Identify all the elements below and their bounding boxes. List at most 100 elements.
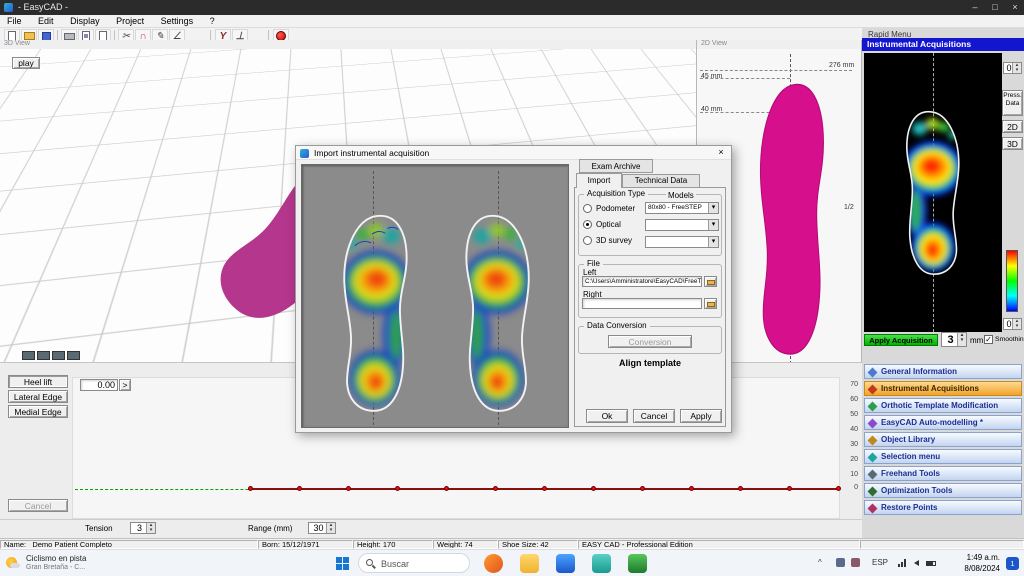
menu-project[interactable]: Project [109,15,151,26]
press-data-button[interactable]: Press. Data [1002,90,1023,116]
status-weight: Weight: 74 [433,540,498,549]
view-2d-button[interactable]: 2D [1002,120,1023,133]
view-thumbnail[interactable] [67,351,80,360]
map-top-stepper[interactable]: 0 [1003,62,1022,74]
clock-time[interactable]: 1:49 a.m. [944,553,1000,562]
tab-exam-archive[interactable]: Exam Archive [579,159,653,173]
taskbar-weather-widget[interactable]: Ciclismo en pista Gran Bretaña - C... [4,553,184,574]
tray-app-icon[interactable] [851,558,860,567]
sidebar-item-orthotic-template-modification[interactable]: Orthotic Template Modification [864,398,1022,413]
menu-settings[interactable]: Settings [154,15,201,26]
curve-point[interactable] [493,486,498,491]
cancel-button[interactable]: Cancel [633,409,675,423]
model-select-2[interactable] [645,219,719,231]
apply-acquisition-button[interactable]: Apply Acquisition [864,334,938,346]
view-thumbnail[interactable] [37,351,50,360]
curve-point[interactable] [346,486,351,491]
curve-point[interactable] [640,486,645,491]
heel-lift-step-button[interactable]: > [119,379,131,391]
sidebar-item-instrumental-acquisitions[interactable]: Instrumental Acquisitions [864,381,1022,396]
sidebar-item-selection-menu[interactable]: Selection menu [864,449,1022,464]
tray-chevron-icon[interactable]: ^ [818,558,822,567]
apply-button[interactable]: Apply [680,409,722,423]
close-button[interactable]: × [1006,0,1024,15]
sidebar-item-optimization-tools[interactable]: Optimization Tools [864,483,1022,498]
taskbar-app-icon[interactable] [520,554,539,573]
medial-edge-button[interactable]: Medial Edge [8,405,68,418]
curve-point[interactable] [787,486,792,491]
sidebar-item-freehand-tools[interactable]: Freehand Tools [864,466,1022,481]
thickness-unit: mm [970,336,983,345]
curve-point[interactable] [248,486,253,491]
sidebar-item-restore-points[interactable]: Restore Points [864,500,1022,515]
curve-point[interactable] [591,486,596,491]
battery-icon[interactable] [926,561,936,566]
ok-button[interactable]: Ok [586,409,628,423]
heel-lift-value[interactable]: 0.00 [80,379,118,391]
smoothing-checkbox[interactable] [984,335,993,344]
survey-3d-radio[interactable] [583,236,592,245]
curve-point[interactable] [836,486,841,491]
title-bar: - EasyCAD - – □ × [0,0,1024,15]
status-height: Height: 170 [353,540,433,549]
wifi-icon[interactable] [898,559,906,567]
freehand-icon [868,469,878,479]
browse-left-button[interactable] [704,276,717,287]
cancel-curve-button[interactable]: Cancel [8,499,68,512]
range-stepper[interactable]: 30 [308,522,336,534]
tray-app-icon[interactable] [836,558,845,567]
optical-radio[interactable] [583,220,592,229]
half-label: 1/2 [844,204,854,211]
sidebar-item-easycad-auto-modelling[interactable]: EasyCAD Auto-modelling * [864,415,1022,430]
language-indicator[interactable]: ESP [872,558,888,567]
curve-point[interactable] [297,486,302,491]
pressure-map-view[interactable] [864,53,1002,332]
import-acquisition-dialog: Import instrumental acquisition × [295,145,732,433]
notification-count-badge[interactable]: 1 [1006,557,1019,570]
play-button[interactable]: play [12,57,40,69]
taskbar-app-icon[interactable] [556,554,575,573]
curve-point[interactable] [738,486,743,491]
sidebar-item-general-information[interactable]: General Information [864,364,1022,379]
podometer-radio[interactable] [583,204,592,213]
menu-edit[interactable]: Edit [31,15,61,26]
sidebar-item-object-library[interactable]: Object Library [864,432,1022,447]
models-label: Models [666,191,696,200]
view-3d-button[interactable]: 3D [1002,137,1023,150]
model-select-3[interactable] [645,236,719,248]
taskbar-app-icon[interactable] [628,554,647,573]
taskbar-app-icon[interactable] [592,554,611,573]
dialog-close-icon[interactable]: × [714,147,728,159]
tab-technical-data[interactable]: Technical Data [622,174,700,188]
dialog-icon [300,149,309,158]
heel-lift-button[interactable]: Heel lift [8,375,68,388]
conversion-button[interactable]: Conversion [608,335,692,348]
curve-point[interactable] [444,486,449,491]
status-shoe-size: Shoe Size: 42 [498,540,578,549]
clock-date[interactable]: 8/08/2024 [944,564,1000,573]
maximize-button[interactable]: □ [986,0,1004,15]
file-left-path-input[interactable]: C:\Users\Amministratore\EasyCAD\FreeTEMF [582,276,702,287]
view-thumbnail[interactable] [52,351,65,360]
tension-stepper[interactable]: 3 [130,522,156,534]
curve-point[interactable] [689,486,694,491]
windows-start-icon[interactable] [336,557,349,570]
curve-point[interactable] [395,486,400,491]
minimize-button[interactable]: – [966,0,984,15]
view-thumbnail[interactable] [22,351,35,360]
menu-file[interactable]: File [0,15,29,26]
thickness-stepper[interactable]: 3 [941,332,967,347]
volume-icon[interactable] [914,560,919,566]
browse-right-button[interactable] [704,298,717,309]
lateral-edge-button[interactable]: Lateral Edge [8,390,68,403]
model-select[interactable]: 80x80 - FreeSTEP [645,202,719,214]
menu-help[interactable]: ? [203,15,222,26]
file-right-path-input[interactable] [582,298,702,309]
map-bottom-stepper[interactable]: 0 [1003,318,1022,330]
insole-2d-shape[interactable] [742,70,839,362]
taskbar-search-box[interactable]: Buscar [358,553,470,573]
tab-import[interactable]: Import [576,173,622,188]
taskbar-app-icon[interactable] [484,554,503,573]
menu-display[interactable]: Display [63,15,107,26]
curve-point[interactable] [542,486,547,491]
